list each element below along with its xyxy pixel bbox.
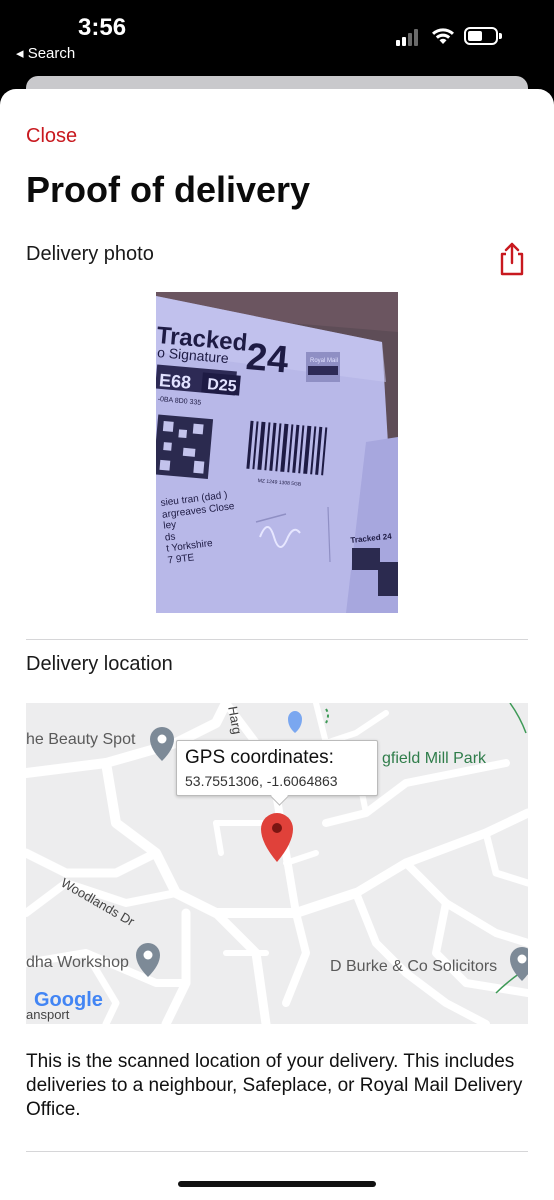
map-partial-label: ansport [26,1007,70,1022]
photo-code-box: D25 [206,376,238,396]
photo-brand: Royal Mail [310,358,339,364]
delivery-photo-label: Delivery photo [26,243,154,265]
delivery-map[interactable]: he Beauty Spot gfield Mill Park dha Work… [26,703,528,1024]
delivery-location-label: Delivery location [26,653,173,675]
gps-callout-title: GPS coordinates: [185,747,334,768]
wifi-icon [432,28,454,44]
map-place-label: dha Workshop [26,954,129,971]
map-place-pin-icon[interactable] [150,727,174,761]
photo-code-prefix: E68 [158,370,192,393]
photo-address: sieu tran (dad ) argreaves Close ley ds … [160,489,236,566]
photo-service-number: 24 [244,336,291,382]
map-place-label: gfield Mill Park [382,750,487,767]
close-button[interactable]: Close [26,125,77,148]
share-icon[interactable] [496,241,528,277]
map-place-pin-icon[interactable] [510,947,528,981]
gps-callout: GPS coordinates: 53.7551306, -1.6064863 [176,740,378,806]
proof-of-delivery-sheet: Close Proof of delivery Delivery photo T… [0,89,554,1200]
map-place-label: D Burke & Co Solicitors [330,958,498,975]
photo-barcode-caption: MZ 1249 1308 5GB [257,478,302,488]
delivery-location-description: This is the scanned location of your del… [26,1051,523,1120]
battery-icon [464,27,502,45]
gps-coordinates: 53.7551306, -1.6064863 [185,773,338,789]
back-to-search-link[interactable]: ◂ Search [16,44,75,62]
status-time: 3:56 [78,14,127,41]
section-divider [26,639,528,640]
page-title: Proof of delivery [26,169,311,210]
photo-second-label: Tracked 24 [350,531,393,545]
delivery-photo[interactable]: Tracked o Signature 24 E68 D25 -0BA 8D0 … [156,292,398,613]
home-indicator[interactable] [178,1181,376,1187]
photo-ref: -0BA 8D0 335 [157,396,202,407]
map-place-label: he Beauty Spot [26,731,136,748]
section-divider [26,1151,528,1152]
cellular-signal-icon [396,28,422,46]
